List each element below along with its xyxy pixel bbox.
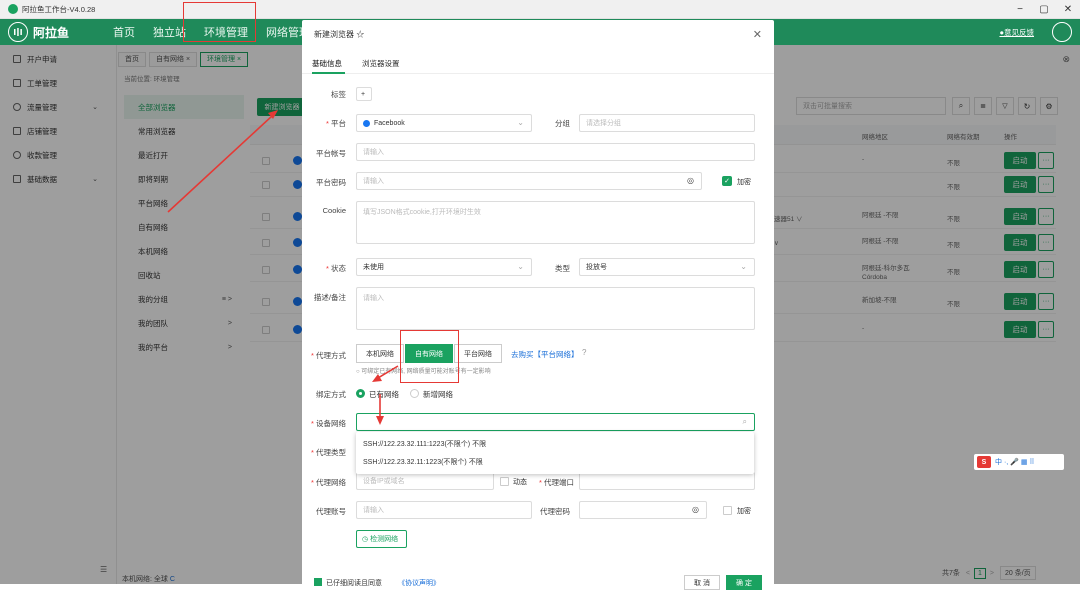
annotation-arrows — [167, 110, 399, 425]
annotation-arrow-device — [376, 394, 384, 425]
annotation-arrow-new-browser — [167, 110, 278, 213]
annotation-arrow-bind — [372, 365, 399, 382]
